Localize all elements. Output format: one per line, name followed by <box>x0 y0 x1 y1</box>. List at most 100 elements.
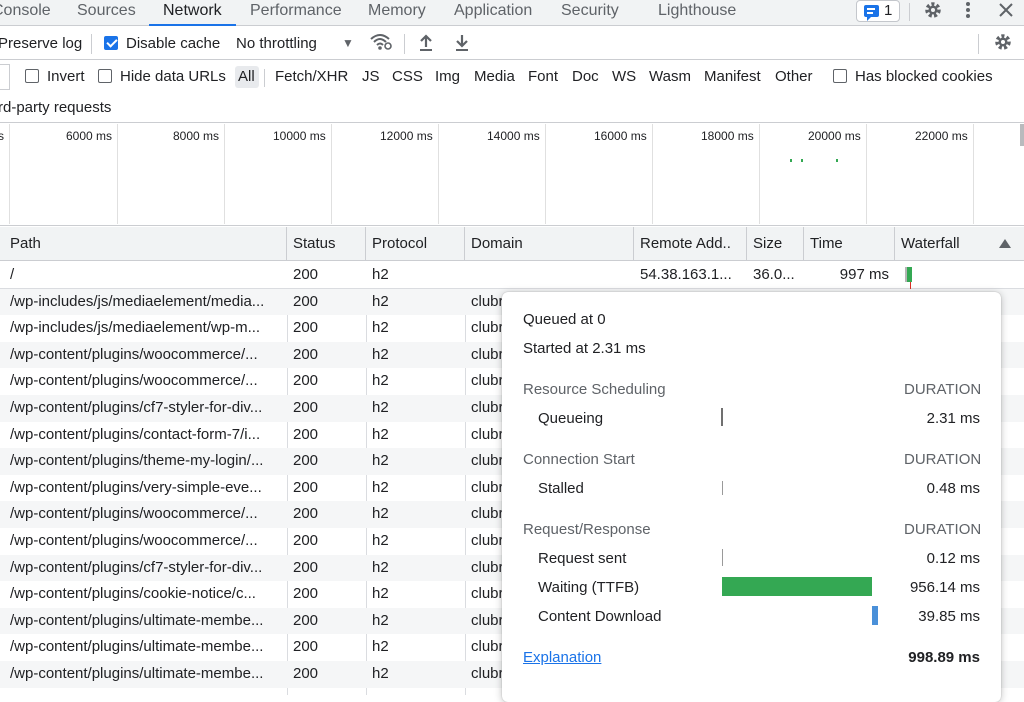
invert-checkbox[interactable] <box>25 69 39 83</box>
filter-divider <box>264 69 265 87</box>
cell-protocol: h2 <box>372 319 389 337</box>
filter-type-other[interactable]: Other <box>775 68 813 85</box>
column-header-path[interactable]: Path <box>0 227 287 261</box>
tab-memory[interactable]: Memory <box>368 0 426 26</box>
timing-bar-content-download <box>872 606 878 625</box>
cell-path: /wp-content/plugins/cf7-styler-for-div..… <box>10 399 263 416</box>
timing-total-value: 998.89 ms <box>908 649 980 666</box>
filter-type-img[interactable]: Img <box>435 68 460 85</box>
filter-type-font[interactable]: Font <box>528 68 558 85</box>
filter-input[interactable] <box>0 64 10 90</box>
tab-security[interactable]: Security <box>561 0 619 26</box>
tab-network[interactable]: Network <box>149 0 236 26</box>
cell-time: 997 ms <box>839 266 889 283</box>
throttling-select[interactable]: No throttling <box>236 35 317 52</box>
filter-type-ws[interactable]: WS <box>612 68 636 85</box>
filter-type-all[interactable]: All <box>238 68 255 85</box>
filter-type-css[interactable]: CSS <box>392 68 423 85</box>
export-har-download-icon[interactable] <box>452 32 472 57</box>
cell-protocol: h2 <box>372 425 389 443</box>
timing-label-request-sent: Request sent <box>538 550 627 567</box>
disable-cache-checkbox[interactable] <box>104 36 118 50</box>
duration-header: DURATION <box>904 521 982 538</box>
preserve-log-label[interactable]: Preserve log <box>0 35 82 52</box>
overview-tick-label: s <box>0 129 4 143</box>
filter-type-manifest[interactable]: Manifest <box>704 68 761 85</box>
overview-tick-label: 22000 ms <box>915 129 968 143</box>
more-options-icon[interactable] <box>956 0 980 25</box>
tab-console[interactable]: Console <box>0 0 51 26</box>
has-blocked-cookies-label[interactable]: Has blocked cookies <box>855 68 993 85</box>
cell-path: /wp-content/plugins/theme-my-login/... <box>10 452 264 470</box>
overview-tick-label: 6000 ms <box>66 129 113 143</box>
column-header-time[interactable]: Time <box>804 227 895 261</box>
waterfall-bar[interactable] <box>907 267 912 282</box>
network-settings-gear-icon[interactable] <box>990 32 1016 57</box>
overview-request-mark <box>790 159 792 162</box>
filter-type-wasm[interactable]: Wasm <box>649 68 691 85</box>
filter-type-js[interactable]: JS <box>362 68 380 85</box>
overview-tick-label: 12000 ms <box>380 129 433 143</box>
cell-status: 200 <box>293 292 319 310</box>
cell-protocol: h2 <box>372 399 389 416</box>
toolbar-divider <box>91 34 92 54</box>
toolbar-divider <box>404 34 405 54</box>
overview-scrollbar[interactable] <box>1020 124 1024 146</box>
overview-tick-label: 16000 ms <box>594 129 647 143</box>
overview-gridline <box>224 124 225 224</box>
explanation-link[interactable]: Explanation <box>523 649 601 666</box>
network-overview-timeline[interactable]: s 6000 ms 8000 ms 10000 ms 12000 ms 1400… <box>0 124 1024 226</box>
cell-path: /wp-content/plugins/very-simple-eve... <box>10 478 262 496</box>
cell-path: /wp-includes/js/mediaelement/media... <box>10 292 265 310</box>
column-header-size[interactable]: Size <box>747 227 804 261</box>
tab-application[interactable]: Application <box>454 0 532 26</box>
filter-type-doc[interactable]: Doc <box>572 68 599 85</box>
tab-lighthouse[interactable]: Lighthouse <box>658 0 736 26</box>
network-toolbar: Preserve log Disable cache No throttling… <box>0 27 1024 60</box>
timing-label-stalled: Stalled <box>538 480 584 497</box>
timing-label-content-download: Content Download <box>538 608 662 625</box>
filter-type-media[interactable]: Media <box>474 68 515 85</box>
disable-cache-label[interactable]: Disable cache <box>126 35 220 52</box>
timing-label-queueing: Queueing <box>538 410 604 427</box>
cell-status: 200 <box>293 425 319 443</box>
overview-gridline <box>9 124 10 224</box>
overview-gridline <box>866 124 867 224</box>
import-har-upload-icon[interactable] <box>416 32 436 57</box>
table-row[interactable]: / 200 h2 54.38.163.1... 36.0... 997 ms <box>0 262 1024 294</box>
cell-domain <box>465 262 634 289</box>
cell-protocol: h2 <box>372 266 389 283</box>
overview-tick-label: 20000 ms <box>808 129 861 143</box>
column-header-domain[interactable]: Domain <box>465 227 634 261</box>
third-party-requests-label[interactable]: rd-party requests <box>0 99 111 116</box>
cell-status: 200 <box>293 638 319 656</box>
cell-path: /wp-content/plugins/woocommerce/... <box>10 345 258 363</box>
tab-performance[interactable]: Performance <box>250 0 342 26</box>
hide-data-urls-label[interactable]: Hide data URLs <box>120 68 226 85</box>
timing-tooltip: Queued at 0 Started at 2.31 ms Resource … <box>502 292 1001 702</box>
sort-ascending-icon[interactable] <box>999 239 1011 248</box>
cell-status: 200 <box>293 665 319 682</box>
has-blocked-cookies-checkbox[interactable] <box>833 69 847 83</box>
column-header-status[interactable]: Status <box>287 227 366 261</box>
cell-status: 200 <box>293 532 319 549</box>
timing-value-stalled: 0.48 ms <box>926 480 980 497</box>
filter-type-fetch-xhr[interactable]: Fetch/XHR <box>275 68 348 85</box>
network-conditions-wifi-icon[interactable] <box>369 31 393 58</box>
close-devtools-icon[interactable] <box>994 0 1018 25</box>
tab-sources[interactable]: Sources <box>77 0 136 26</box>
column-header-remote-address[interactable]: Remote Add.. <box>634 227 747 261</box>
invert-label[interactable]: Invert <box>47 68 85 85</box>
column-header-protocol[interactable]: Protocol <box>366 227 465 261</box>
overview-tick-label: 10000 ms <box>273 129 326 143</box>
settings-gear-icon[interactable] <box>920 0 946 25</box>
cell-size: 36.0... <box>753 266 795 283</box>
hide-data-urls-checkbox[interactable] <box>98 69 112 83</box>
cell-protocol: h2 <box>372 478 389 496</box>
issues-badge[interactable]: 1 <box>856 0 900 22</box>
cell-status: 200 <box>293 452 319 470</box>
cell-protocol: h2 <box>372 452 389 470</box>
throttling-chevron-down-icon[interactable]: ▼ <box>339 32 357 54</box>
timing-bar-stalled <box>722 481 723 495</box>
cell-path: /wp-content/plugins/woocommerce/... <box>10 372 258 390</box>
